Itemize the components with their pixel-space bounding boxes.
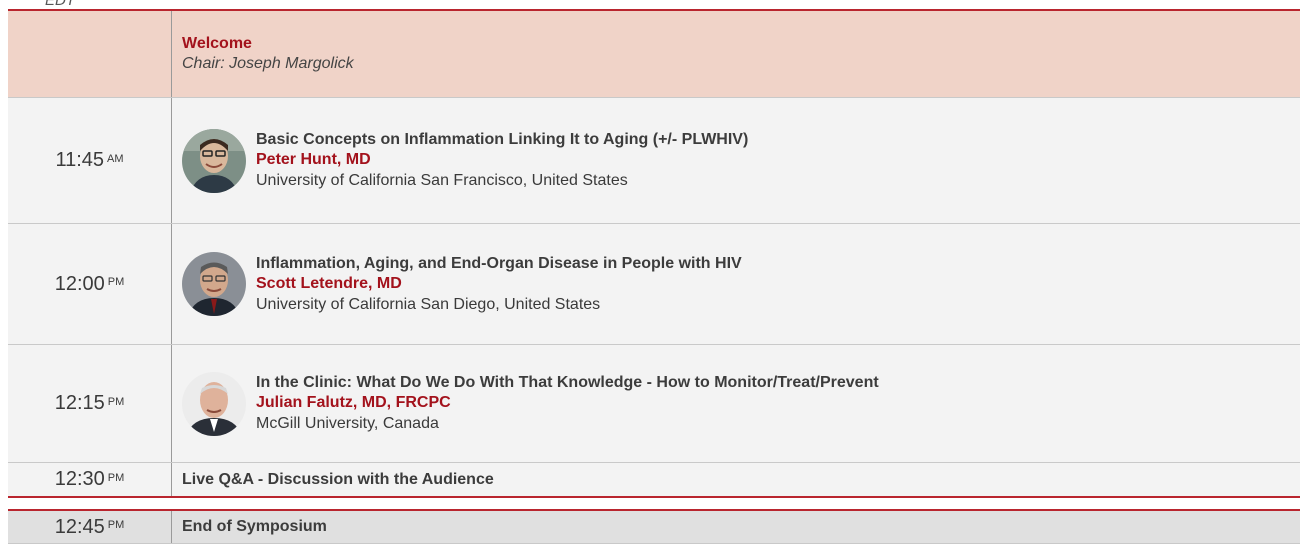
end-row: 12:45 PM End of Symposium [8, 509, 1300, 544]
welcome-title: Welcome [182, 35, 252, 52]
talk-text: Inflammation, Aging, and End-Organ Disea… [256, 254, 742, 315]
time-ampm: PM [107, 395, 125, 408]
talk-cell: Basic Concepts on Inflammation Linking I… [172, 98, 1300, 223]
time-ampm: PM [107, 471, 125, 484]
talk-affiliation: University of California San Diego, Unit… [256, 295, 601, 313]
time-cell: 12:00 PM [8, 224, 172, 344]
talk-title: In the Clinic: What Do We Do With That K… [256, 374, 879, 391]
talk-title: Inflammation, Aging, and End-Organ Disea… [256, 254, 742, 272]
talk-row: 12:15 PM In the Clinic: What Do We Do Wit… [8, 345, 1300, 463]
speaker-avatar [182, 128, 246, 193]
qa-label: Live Q&A - Discussion with the Audience [182, 470, 494, 488]
talk-cell: In the Clinic: What Do We Do With That K… [172, 345, 1300, 462]
time-value: 12:30 [54, 468, 105, 490]
speaker-avatar [182, 371, 246, 436]
talk-text: Basic Concepts on Inflammation Linking I… [256, 130, 748, 191]
talk-affiliation: University of California San Francisco, … [256, 172, 628, 189]
agenda-table: Welcome Chair: Joseph Margolick 11:45AM [8, 9, 1300, 544]
talk-row: 12:00 PM Inflammation, Aging, and End-Org… [8, 224, 1300, 345]
qa-row: 12:30 PM Live Q&A - Discussion with the A… [8, 463, 1300, 498]
talk-speaker: Julian Falutz, MD, FRCPC [256, 394, 451, 411]
time-cell: 12:30 PM [8, 463, 172, 496]
welcome-cell: Welcome Chair: Joseph Margolick [172, 11, 1300, 97]
timezone-label: EDT [45, 0, 75, 9]
time-ampm: PM [107, 276, 125, 288]
welcome-chair: Chair: Joseph Margolick [182, 55, 354, 72]
talk-cell: Inflammation, Aging, and End-Organ Disea… [172, 224, 1300, 344]
talk-text: In the Clinic: What Do We Do With That K… [256, 373, 879, 434]
speaker-avatar [182, 252, 246, 316]
welcome-row: Welcome Chair: Joseph Margolick [8, 9, 1300, 98]
time-ampm: PM [107, 519, 125, 531]
talk-row: 11:45 AM Basic Concepts on Inflammation L… [8, 98, 1300, 224]
talk-title: Basic Concepts on Inflammation Linking I… [256, 131, 749, 148]
time-value: 12:45 [54, 515, 105, 538]
time-value: 12:00 [54, 272, 105, 295]
time-cell: 12:45 PM [8, 511, 172, 543]
talk-affiliation: McGill University, Canada [256, 415, 439, 432]
time-cell: 12:15 PM [8, 345, 172, 462]
time-cell: 11:45 AM [8, 98, 172, 223]
talk-speaker: Peter Hunt, MD [256, 151, 371, 168]
time-value: 11:45 [55, 149, 105, 171]
time-value: 12:15 [54, 392, 105, 414]
row-gap [8, 498, 1300, 509]
talk-speaker: Scott Letendre, MD [256, 274, 402, 292]
time-ampm: AM [107, 152, 124, 165]
time-cell-empty [8, 11, 172, 97]
end-label: End of Symposium [182, 518, 327, 535]
